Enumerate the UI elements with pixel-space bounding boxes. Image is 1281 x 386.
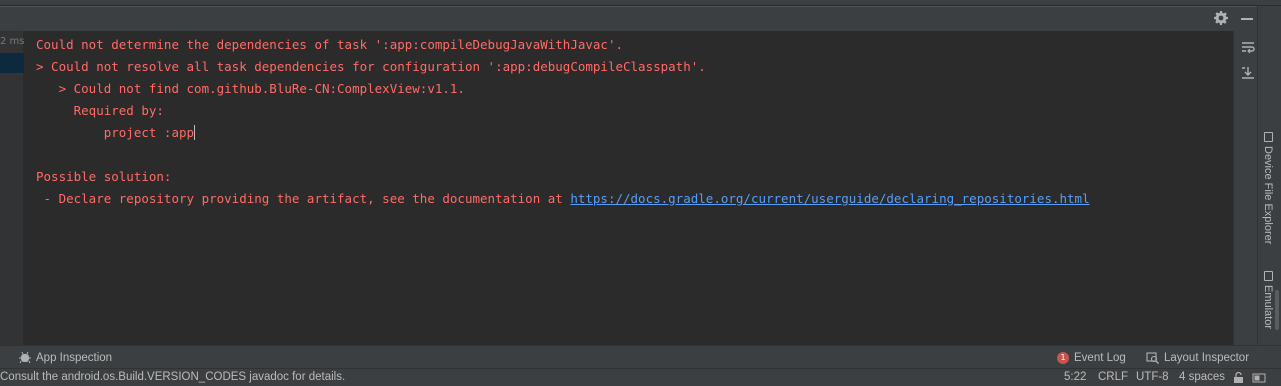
- text-caret: [194, 125, 196, 140]
- console-line: > Could not resolve all task dependencie…: [36, 59, 706, 74]
- build-output-console[interactable]: Could not determine the dependencies of …: [24, 31, 1233, 345]
- console-line: > Could not find com.github.BluRe-CN:Com…: [36, 81, 465, 96]
- layout-inspector-label: Layout Inspector: [1164, 352, 1250, 364]
- console-line: - Declare repository providing the artif…: [36, 191, 571, 206]
- app-inspection-button[interactable]: App Inspection: [19, 350, 112, 366]
- indent-setting[interactable]: 4 spaces: [1179, 371, 1225, 383]
- build-timing-fragment: 2 ms: [0, 36, 24, 47]
- console-line: Required by:: [36, 103, 164, 118]
- right-strip-scrollbar[interactable]: [1275, 290, 1279, 330]
- tab-device-file-explorer[interactable]: Device File Explorer: [1262, 132, 1274, 244]
- console-line-with-link: - Declare repository providing the artif…: [36, 191, 1090, 207]
- tab-emulator[interactable]: Emulator: [1262, 271, 1274, 329]
- build-output-header: [0, 6, 1257, 31]
- caret-position[interactable]: 5:22: [1064, 371, 1086, 383]
- console-line-cursor: project :app: [36, 125, 196, 141]
- minimize-icon[interactable]: [1241, 18, 1253, 20]
- console-toolbar: [1233, 31, 1257, 345]
- event-log-button[interactable]: 1 Event Log: [1057, 350, 1126, 366]
- event-log-icon: 1: [1057, 352, 1069, 364]
- console-line: Possible solution:: [36, 169, 172, 184]
- app-inspection-label: App Inspection: [36, 352, 113, 364]
- device-file-explorer-icon: [1263, 132, 1273, 142]
- console-line: Could not determine the dependencies of …: [36, 37, 623, 52]
- emulator-icon: [1263, 271, 1273, 281]
- layout-inspector-button[interactable]: Layout Inspector: [1146, 350, 1249, 366]
- status-message[interactable]: Consult the android.os.Build.VERSION_COD…: [0, 371, 345, 383]
- app-inspection-icon: [19, 352, 31, 364]
- status-bar: Consult the android.os.Build.VERSION_COD…: [0, 368, 1281, 386]
- memory-indicator-icon[interactable]: [1252, 372, 1266, 384]
- line-separator[interactable]: CRLF: [1098, 371, 1128, 383]
- tab-label: Emulator: [1262, 285, 1274, 330]
- documentation-link[interactable]: https://docs.gradle.org/current/userguid…: [570, 191, 1089, 206]
- build-tree-panel: [0, 31, 24, 345]
- file-encoding[interactable]: UTF-8: [1136, 371, 1169, 383]
- layout-inspector-icon: [1146, 352, 1159, 364]
- soft-wrap-icon[interactable]: [1241, 41, 1255, 55]
- gear-icon[interactable]: [1213, 10, 1229, 26]
- tool-window-bar: App Inspection 1 Event Log Layout Inspec…: [0, 345, 1281, 368]
- unlocked-icon[interactable]: [1233, 372, 1244, 384]
- build-tree-selected-row[interactable]: [0, 53, 24, 73]
- scroll-to-end-icon[interactable]: [1241, 66, 1255, 80]
- console-line: project :app: [36, 125, 195, 140]
- event-log-label: Event Log: [1074, 352, 1126, 364]
- tab-label: Device File Explorer: [1262, 146, 1274, 245]
